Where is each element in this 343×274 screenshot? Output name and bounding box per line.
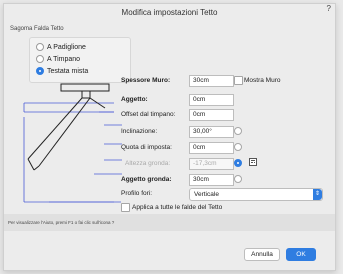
offset-field[interactable]: 0cm: [189, 109, 234, 121]
altezza-label: Altezza gronda:: [125, 160, 171, 167]
profilo-label: Profilo fori:: [121, 190, 153, 197]
offset-label: Offset dal timpano:: [121, 111, 176, 118]
aggetto-gronda-field[interactable]: 30cm: [189, 174, 234, 186]
quota-label: Quota di imposta:: [121, 144, 172, 151]
applica-checkbox[interactable]: [121, 203, 130, 212]
applica-label: Applica a tutte le falde del Tetto: [132, 204, 223, 211]
aggetto-label: Aggetto:: [121, 96, 148, 103]
select-arrows-icon[interactable]: ⇕: [313, 189, 322, 200]
inclinazione-field[interactable]: 30,00°: [189, 126, 234, 138]
mostra-muro-label: Mostra Muro: [244, 77, 281, 84]
aggetto-gronda-label: Aggetto gronda:: [121, 176, 172, 183]
spessore-label: Spessore Muro:: [121, 77, 171, 84]
profilo-select-value: Verticale: [194, 191, 219, 198]
mostra-muro-checkbox[interactable]: [234, 76, 243, 85]
altezza-radio-selected[interactable]: [234, 159, 242, 167]
inclinazione-radio[interactable]: [234, 127, 242, 135]
aggetto-gronda-radio[interactable]: [234, 175, 242, 183]
cancel-button[interactable]: Annulla: [244, 248, 280, 261]
settings-dialog: Modifica impostazioni Tetto ? Sagoma Fal…: [3, 3, 336, 271]
inclinazione-label: Inclinazione:: [121, 128, 158, 135]
ok-button[interactable]: OK: [286, 248, 316, 261]
aggetto-field[interactable]: 0cm: [189, 94, 234, 106]
altezza-field[interactable]: -17,3cm: [189, 158, 234, 170]
calculator-icon[interactable]: [249, 158, 257, 166]
quota-radio[interactable]: [234, 143, 242, 151]
profilo-select[interactable]: Verticale ⇕: [189, 188, 323, 201]
info-bar: Per visualizzare l'Aiuto, premi F1 o fai…: [4, 214, 335, 231]
spessore-field[interactable]: 30cm: [189, 75, 234, 87]
quota-field[interactable]: 0cm: [189, 142, 234, 154]
